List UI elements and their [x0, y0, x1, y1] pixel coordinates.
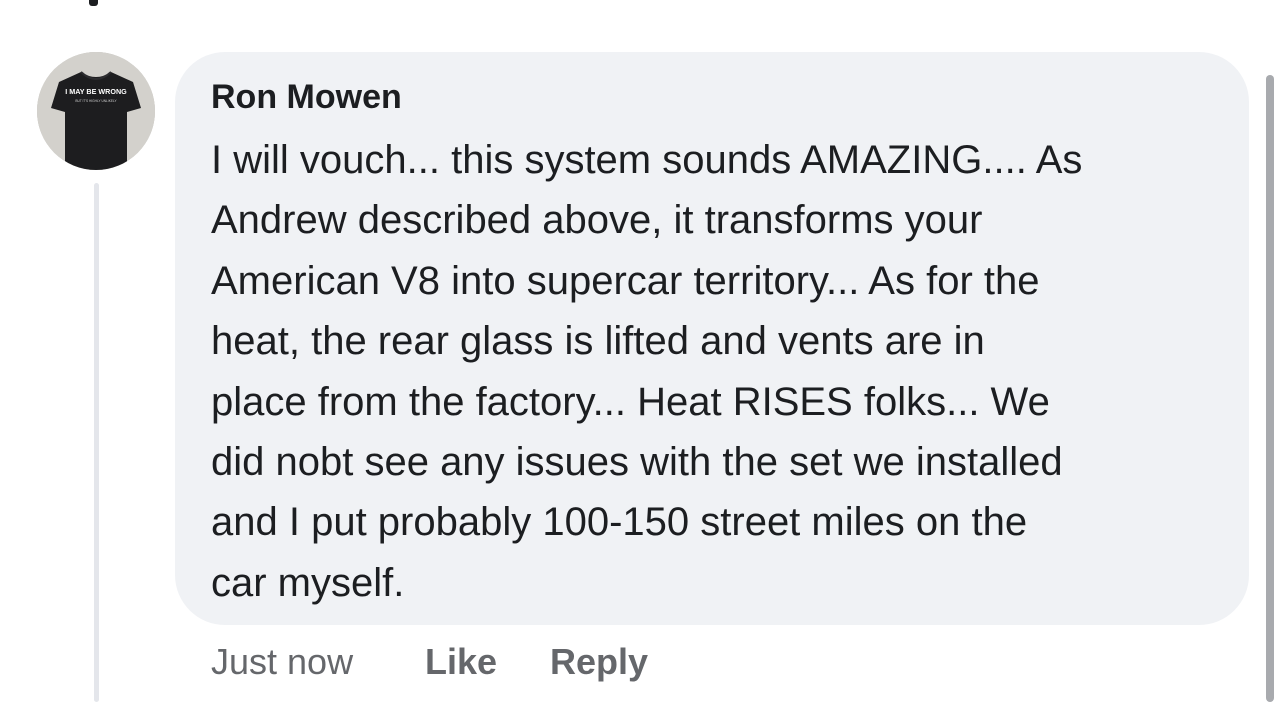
- comment-text-line: Andrew described above, it transforms yo…: [211, 198, 983, 243]
- reply-button[interactable]: Reply: [550, 641, 648, 683]
- comment-text-line: American V8 into supercar territory... A…: [211, 258, 1040, 303]
- like-button[interactable]: Like: [425, 641, 497, 683]
- avatar-shirt-subtext: BUT IT'S HIGHLY UNLIKELY: [75, 99, 117, 103]
- comment-timestamp[interactable]: Just now: [211, 641, 353, 683]
- comment-text-line: car myself.: [211, 560, 405, 605]
- comment-text-line: did nobt see any issues with the set we …: [211, 440, 1063, 485]
- avatar[interactable]: I MAY BE WRONG BUT IT'S HIGHLY UNLIKELY: [37, 52, 155, 170]
- comment-text: I will vouch... this system sounds AMAZI…: [211, 130, 1221, 613]
- comment-thread: I MAY BE WRONG BUT IT'S HIGHLY UNLIKELY …: [0, 0, 1284, 702]
- comment-text-line: and I put probably 100-150 street miles …: [211, 500, 1028, 545]
- comment-text-line: I will vouch... this system sounds AMAZI…: [211, 138, 1083, 182]
- comment-text-line: heat, the rear glass is lifted and vents…: [211, 319, 985, 364]
- thread-connector-line: [94, 183, 99, 702]
- comment-text-line: place from the factory... Heat RISES fol…: [211, 379, 1050, 424]
- author-name[interactable]: Ron Mowen: [211, 78, 402, 117]
- t-shirt-icon: I MAY BE WRONG BUT IT'S HIGHLY UNLIKELY: [37, 52, 155, 170]
- previous-content-fragment: [89, 0, 98, 6]
- scrollbar[interactable]: [1266, 75, 1274, 702]
- avatar-shirt-text: I MAY BE WRONG: [65, 87, 127, 96]
